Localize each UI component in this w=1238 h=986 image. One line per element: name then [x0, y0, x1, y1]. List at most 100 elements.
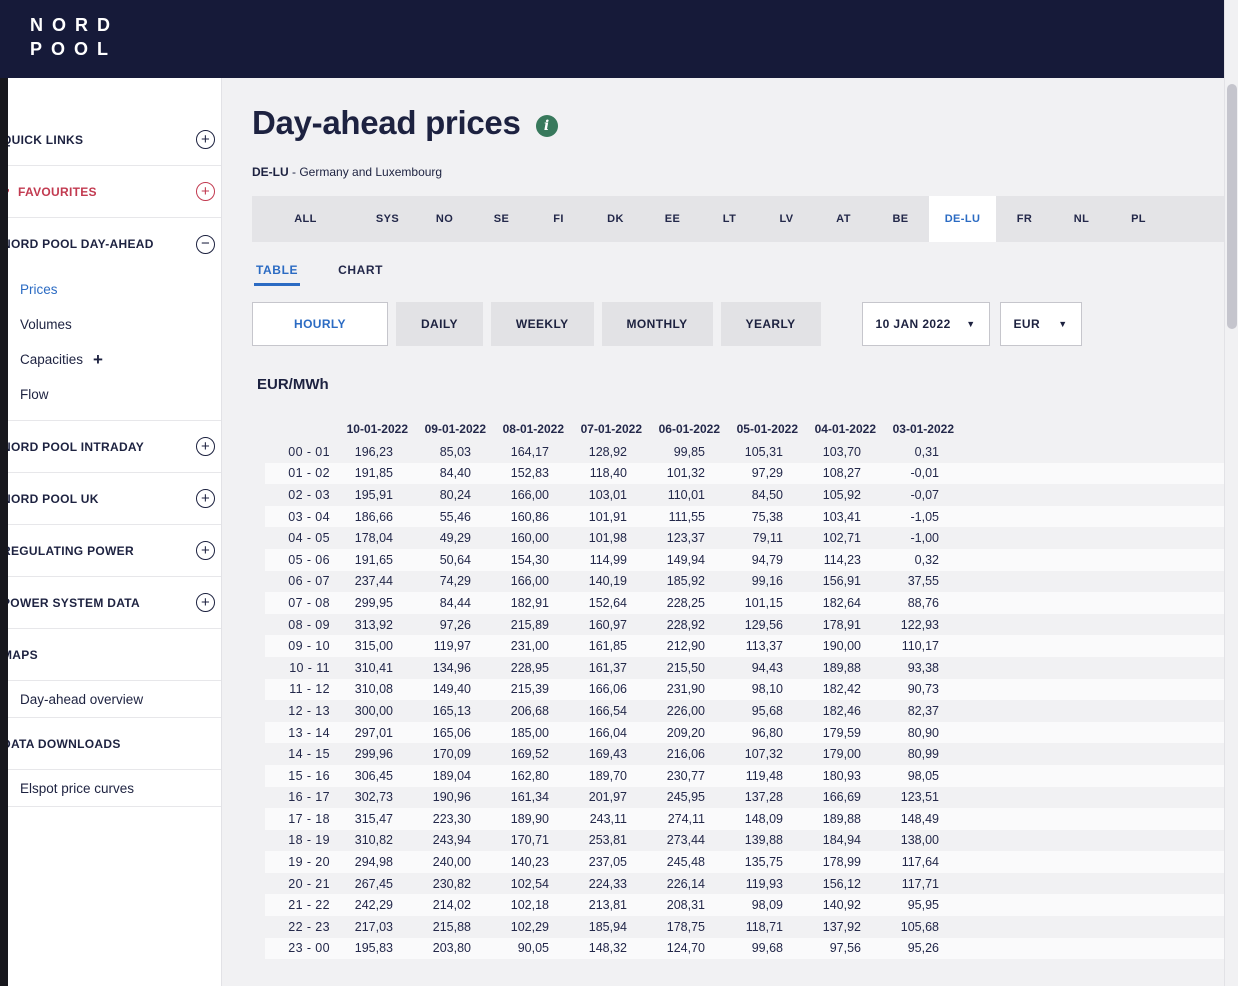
scrollbar-thumb[interactable] [1227, 84, 1237, 329]
sidebar-section-nord-pool-intraday: NORD POOL INTRADAY+ [2, 421, 221, 473]
sidebar-item-label: Capacities [20, 352, 83, 367]
price-cell: 128,92 [564, 445, 642, 459]
plus-icon[interactable]: + [93, 350, 103, 370]
price-cell: 310,41 [330, 661, 408, 675]
table-row: 02 - 03195,9180,24166,00103,01110,0184,5… [265, 484, 1238, 506]
sidebar-item-elspot-price-curves[interactable]: Elspot price curves [2, 770, 221, 807]
table-row: 05 - 06191,6550,64154,30114,99149,9494,7… [265, 549, 1238, 571]
price-cell: 97,26 [408, 618, 486, 632]
hour-label: 19 - 20 [265, 855, 330, 869]
price-cell: 156,12 [798, 877, 876, 891]
sidebar-heading-nord-pool-uk[interactable]: NORD POOL UK+ [2, 473, 221, 525]
expand-icon[interactable]: + [196, 130, 215, 149]
sidebar-item-prices[interactable]: Prices [2, 272, 221, 307]
hour-label: 07 - 08 [265, 596, 330, 610]
sidebar-item-day-ahead-overview[interactable]: Day-ahead overview [2, 681, 221, 718]
resolution-daily-button[interactable]: DAILY [396, 302, 483, 346]
sidebar-item-label: Volumes [20, 317, 72, 332]
area-tab-no[interactable]: NO [416, 196, 473, 242]
price-cell: 253,81 [564, 833, 642, 847]
price-cell: 99,16 [720, 574, 798, 588]
area-tab-fr[interactable]: FR [996, 196, 1053, 242]
price-cell: 98,09 [720, 898, 798, 912]
price-cell: 0,32 [876, 553, 954, 567]
sidebar-section-maps: MAPSDay-ahead overview [2, 629, 221, 718]
expand-icon[interactable]: + [196, 489, 215, 508]
area-tab-nl[interactable]: NL [1053, 196, 1110, 242]
price-cell: 191,65 [330, 553, 408, 567]
sidebar-item-capacities[interactable]: Capacities + [2, 342, 221, 377]
sidebar-item-flow[interactable]: Flow [2, 377, 221, 412]
sidebar-heading-nord-pool-intraday[interactable]: NORD POOL INTRADAY+ [2, 421, 221, 473]
sidebar-heading-data-downloads[interactable]: DATA DOWNLOADS [2, 718, 221, 770]
price-cell: 184,94 [798, 833, 876, 847]
area-tab-fi[interactable]: FI [530, 196, 587, 242]
price-cell: 75,38 [720, 510, 798, 524]
table-row: 15 - 16306,45189,04162,80189,70230,77119… [265, 765, 1238, 787]
area-tab-lv[interactable]: LV [758, 196, 815, 242]
hour-label: 02 - 03 [265, 488, 330, 502]
expand-icon[interactable]: + [196, 182, 215, 201]
currency-dropdown[interactable]: EUR ▼ [1000, 302, 1082, 346]
sidebar-heading-favourites[interactable]: ♥FAVOURITES+ [2, 166, 221, 218]
expand-icon[interactable]: + [196, 593, 215, 612]
nordpool-logo[interactable]: NORD POOL [0, 0, 119, 62]
view-tab-table[interactable]: TABLE [254, 255, 300, 286]
resolution-hourly-button[interactable]: HOURLY [252, 302, 388, 346]
sidebar-item-label: Flow [20, 387, 49, 402]
sidebar-heading-regulating-power[interactable]: REGULATING POWER+ [2, 525, 221, 577]
price-cell: 215,39 [486, 682, 564, 696]
resolution-yearly-button[interactable]: YEARLY [721, 302, 821, 346]
price-cell: 237,44 [330, 574, 408, 588]
scrollbar[interactable] [1224, 0, 1238, 986]
price-cell: 80,24 [408, 488, 486, 502]
price-cell: 230,82 [408, 877, 486, 891]
collapse-icon[interactable]: − [196, 235, 215, 254]
resolution-weekly-button[interactable]: WEEKLY [491, 302, 594, 346]
price-cell: 139,88 [720, 833, 798, 847]
price-cell: 213,81 [564, 898, 642, 912]
price-cell: 103,41 [798, 510, 876, 524]
area-tab-be[interactable]: BE [872, 196, 929, 242]
price-cell: 119,93 [720, 877, 798, 891]
price-cell: -1,00 [876, 531, 954, 545]
price-cell: 180,93 [798, 769, 876, 783]
hour-label: 01 - 02 [265, 466, 330, 480]
expand-icon[interactable]: + [196, 437, 215, 456]
area-tab-at[interactable]: AT [815, 196, 872, 242]
info-icon[interactable]: i [536, 115, 558, 137]
area-tab-pl[interactable]: PL [1110, 196, 1167, 242]
price-cell: 166,06 [564, 682, 642, 696]
area-tab-dk[interactable]: DK [587, 196, 644, 242]
price-cell: 315,00 [330, 639, 408, 653]
resolution-monthly-button[interactable]: MONTHLY [602, 302, 713, 346]
view-tab-chart[interactable]: CHART [336, 255, 385, 286]
expand-icon[interactable]: + [196, 541, 215, 560]
area-tab-lt[interactable]: LT [701, 196, 758, 242]
area-tab-se[interactable]: SE [473, 196, 530, 242]
price-cell: 166,00 [486, 488, 564, 502]
price-cell: 148,32 [564, 941, 642, 955]
area-tab-de-lu[interactable]: DE-LU [929, 196, 996, 242]
date-dropdown[interactable]: 10 JAN 2022 ▼ [862, 302, 990, 346]
sidebar-heading-nord-pool-day-ahead[interactable]: NORD POOL DAY-AHEAD− [2, 218, 221, 270]
sidebar-heading-power-system-data[interactable]: POWER SYSTEM DATA+ [2, 577, 221, 629]
area-tab-ee[interactable]: EE [644, 196, 701, 242]
price-cell: 84,50 [720, 488, 798, 502]
price-cell: 124,70 [642, 941, 720, 955]
price-cell: 123,37 [642, 531, 720, 545]
sidebar-heading-quick-links[interactable]: QUICK LINKS+ [2, 114, 221, 166]
currency-dropdown-value: EUR [1014, 317, 1041, 331]
sidebar-heading-maps[interactable]: MAPS [2, 629, 221, 681]
price-cell: 101,15 [720, 596, 798, 610]
price-cell: 162,80 [486, 769, 564, 783]
price-cell: 105,31 [720, 445, 798, 459]
price-cell: 228,92 [642, 618, 720, 632]
price-cell: 98,10 [720, 682, 798, 696]
table-row: 10 - 11310,41134,96228,95161,37215,5094,… [265, 657, 1238, 679]
left-edge-strip [0, 78, 8, 986]
sidebar-item-volumes[interactable]: Volumes [2, 307, 221, 342]
area-tab-sys[interactable]: SYS [359, 196, 416, 242]
area-tab-all[interactable]: ALL [252, 196, 359, 242]
sidebar-section-favourites: ♥FAVOURITES+ [2, 166, 221, 218]
